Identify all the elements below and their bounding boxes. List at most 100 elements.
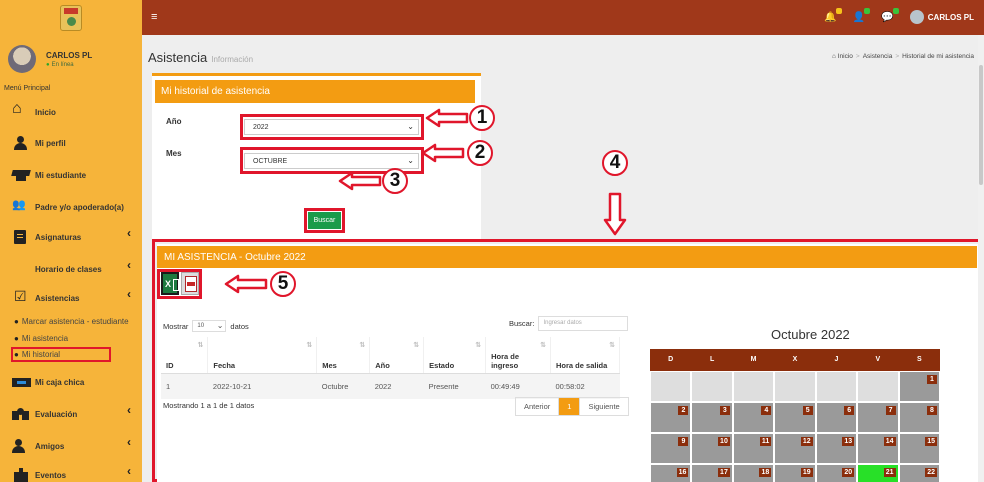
annotation-number-4: 4 [602,150,628,176]
arrow-left-icon [338,171,382,191]
check-square-icon [12,288,31,305]
column-header-hora-salida[interactable]: Hora de salida ⇅ [550,337,620,374]
calendar-day-cell[interactable]: 13 [815,433,858,464]
sidebar-item-label: Padre y/o apoderado(a) [35,202,124,212]
sidebar-item-asignaturas[interactable]: Asignaturas [12,230,81,244]
calendar-day-cell[interactable]: 9 [650,433,692,464]
chevron-left-icon[interactable]: ‹ [127,226,131,240]
sidebar-item-mi-perfil[interactable]: Mi perfil [12,136,66,150]
app-logo[interactable] [0,0,142,35]
pager-page-button[interactable]: 1 [559,398,581,415]
calendar-day-cell[interactable]: 1 [898,371,940,402]
calendar-day-cell[interactable]: 21 [857,464,899,482]
sidebar-item-padre-apoderado[interactable]: Padre y/o apoderado(a) [12,198,124,214]
pager-prev-button[interactable]: Anterior [516,398,560,415]
calendar-day-cell[interactable]: 19 [774,464,816,482]
sidebar-item-label: Inicio [35,107,56,117]
card-title: Mi historial de asistencia [155,80,475,103]
column-header-fecha[interactable]: Fecha ⇅ [207,337,318,374]
page-length-value: 10 [197,323,205,329]
calendar-empty-cell [815,371,858,402]
calendar-day-cell[interactable]: 10 [691,433,733,464]
breadcrumb-item[interactable]: Asistencia [863,53,893,60]
column-header-hora-ingreso[interactable]: Hora de ingreso ⇅ [485,337,552,374]
book-icon [12,230,31,244]
page-length-select[interactable]: 10 ⌄ [192,320,227,332]
sidebar-item-evaluacion[interactable]: Evaluación [12,407,77,421]
sidebar-item-asistencias[interactable]: Asistencias [12,288,79,305]
calendar-day-cell[interactable]: 18 [732,464,775,482]
table-row[interactable]: 1 2022-10-21 Octubre 2022 Presente 00:49… [161,373,620,399]
chevron-left-icon[interactable]: ‹ [127,258,131,272]
column-header-ano[interactable]: Año ⇅ [369,337,425,374]
calendar-title: Octubre 2022 [771,327,850,342]
main-content: Asistencia Información ⌂ Inicio > Asistenci… [142,35,984,482]
sidebar-subitem-mi-asistencia[interactable]: Mi asistencia [14,334,68,343]
arrow-left-icon [425,108,469,128]
user-panel: CARLOS PL En línea [8,45,92,73]
search-input[interactable]: Ingresar datos [538,316,629,331]
calendar-day-number: 22 [925,468,937,477]
calendar-empty-cell [650,371,692,402]
calendar-day-cell[interactable]: 2 [650,402,692,433]
friends-icon [12,439,31,453]
calendar-day-cell[interactable]: 8 [898,402,940,433]
calendar-day-cell[interactable]: 22 [898,464,940,482]
sidebar-user-name: CARLOS PL [46,50,93,60]
chevron-left-icon[interactable]: ‹ [127,403,131,417]
menu-toggle-icon[interactable]: ≡ [151,11,157,23]
sidebar-item-amigos[interactable]: Amigos [12,439,64,453]
attendance-table: ID ⇅ Fecha ⇅ Mes ⇅ Año ⇅ Estado ⇅ Hora de ing… [161,337,620,399]
calendar-day-cell[interactable]: 3 [691,402,733,433]
sidebar-item-label: Horario de clases [35,264,102,274]
show-label: Mostrar [163,321,189,331]
table-search: Buscar: Ingresar datos [509,316,629,331]
attendance-title: MI ASISTENCIA - Octubre 2022 [157,246,977,268]
column-header-mes[interactable]: Mes ⇅ [316,337,371,374]
friend-requests-icon[interactable]: 👤 [853,7,871,23]
calendar-day-cell[interactable]: 15 [898,433,940,464]
sidebar-subitem-mi-historial[interactable]: Mi historial [11,347,111,362]
calendar-day-cell[interactable]: 7 [857,402,899,433]
gift-icon [12,468,31,482]
sidebar-item-label: Mi estudiante [35,170,87,180]
sidebar-item-inicio[interactable]: Inicio [12,100,56,119]
sidebar-item-horario[interactable]: Horario de clases [12,262,520,380]
calendar-day-cell[interactable]: 4 [732,402,775,433]
weekday-label: M [750,356,757,363]
chevron-left-icon[interactable]: ‹ [127,435,131,449]
top-navbar: ≡ 🔔 👤 💬 CARLOS PL [0,0,984,35]
calendar-empty-cell [691,371,733,402]
page-length-control: Mostrar 10 ⌄ datos [163,320,249,332]
annotation-number-5: 5 [270,271,296,297]
sidebar-subitem-marcar-asistencia[interactable]: Marcar asistencia - estudiante [14,317,129,326]
column-header-id[interactable]: ID ⇅ [161,337,209,374]
sidebar-item-label: Asignaturas [35,232,82,242]
calendar-day-cell[interactable]: 6 [815,402,858,433]
sidebar-item-mi-estudiante[interactable]: Mi estudiante [12,168,86,182]
messages-icon[interactable]: 💬 [881,7,899,23]
sort-icon: ⇅ [197,342,204,349]
chevron-left-icon[interactable]: ‹ [127,464,131,478]
sidebar-item-label: Evaluación [35,409,78,419]
scrollbar-thumb[interactable] [979,65,983,185]
calendar-day-cell[interactable]: 16 [650,464,692,482]
calendar-day-cell[interactable]: 12 [774,433,816,464]
calendar-day-cell[interactable]: 20 [815,464,858,482]
sidebar-item-mi-caja-chica[interactable]: Mi caja chica [12,375,84,389]
calendar-day-cell[interactable]: 11 [732,433,775,464]
cell-id: 1 [161,373,208,399]
chevron-left-icon[interactable]: ‹ [127,287,131,301]
calendar-day-number: 12 [800,437,813,446]
column-header-estado[interactable]: Estado ⇅ [423,337,487,374]
notifications-bell-icon[interactable]: 🔔 [824,7,842,23]
breadcrumb-item[interactable]: Inicio [838,53,853,60]
calendar-day-cell[interactable]: 14 [857,433,899,464]
calendar-day-cell[interactable]: 17 [691,464,733,482]
page-scrollbar[interactable] [978,35,984,482]
sidebar-item-eventos[interactable]: Eventos [12,468,66,482]
month-label: Mes [166,149,182,158]
pager-next-button[interactable]: Siguiente [580,398,627,415]
user-menu[interactable]: CARLOS PL [909,10,974,24]
calendar-day-cell[interactable]: 5 [774,402,816,433]
